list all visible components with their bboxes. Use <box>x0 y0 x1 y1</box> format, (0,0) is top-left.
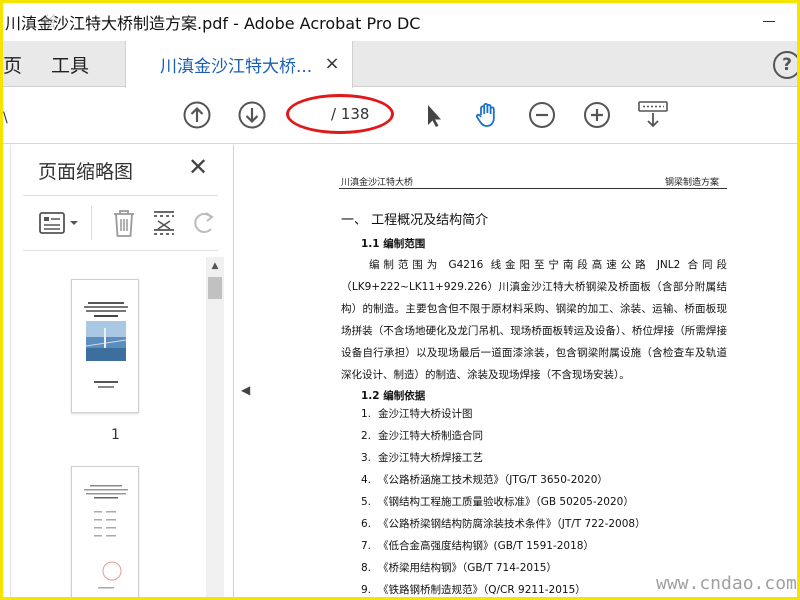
doc-reference-text: 《桥梁用结构钢》（GB/T 714-2015） <box>378 562 557 574</box>
pointer-icon[interactable] <box>418 100 448 130</box>
title-watermark: 绘 <box>41 13 57 31</box>
doc-reference-text: 《公路桥梁钢结构防腐涂装技术条件》（JT/T 722-2008） <box>378 518 646 530</box>
doc-reference-list: 1. 金沙江特大桥设计图 2. 金沙江特大桥制造合同 3. 金沙江特大桥焊接工艺 4. 《公路… <box>361 403 646 597</box>
collapse-panel-icon[interactable]: ◀ <box>241 383 250 397</box>
doc-reference-item: 4. 《公路桥涵施工技术规范》（JTG/T 3650-2020） <box>361 469 646 491</box>
doc-reference-item: 8. 《桥梁用结构钢》（GB/T 714-2015） <box>361 557 646 579</box>
panel-gutter <box>235 145 255 597</box>
rotate-icon[interactable] <box>191 208 217 238</box>
page-thumbnail-1[interactable] <box>71 279 139 413</box>
tab-tools[interactable]: 工具 <box>51 41 89 87</box>
keyboard-scroll-icon[interactable] <box>637 100 669 130</box>
doc-reference-text: 《钢结构工程施工质量验收标准》（GB 50205-2020） <box>378 496 634 508</box>
doc-reference-number: 1. <box>361 408 372 420</box>
minimize-button[interactable] <box>751 7 787 35</box>
arrow-up-circle-icon[interactable] <box>182 100 212 130</box>
annotation-ellipse <box>286 94 394 134</box>
extract-icon[interactable] <box>151 208 177 238</box>
thumbnail-options-icon[interactable] <box>39 212 81 234</box>
doc-heading-1: 一、 工程概况及结构简介 <box>341 213 489 228</box>
hand-icon[interactable] <box>472 100 502 130</box>
scrollbar-thumb[interactable] <box>208 277 222 299</box>
arrow-down-circle-icon[interactable] <box>237 100 267 130</box>
tab-bar: 页 工具 川滇金沙江特大桥... × <box>3 41 797 88</box>
page-thumbnail-2[interactable] <box>71 466 139 597</box>
doc-reference-number: 3. <box>361 452 372 464</box>
doc-section-2-title: 1.2 编制依据 <box>361 390 426 402</box>
tab-document-label: 川滇金沙江特大桥... <box>160 57 313 77</box>
doc-header-left: 川滇金沙江特大桥 <box>341 178 414 188</box>
tab-close-icon[interactable]: × <box>322 53 342 74</box>
doc-section-1-body: 编制范围为 G4216 线金阳至宁南段高速公路 JNL2 合同段（LK9+222… <box>341 259 727 381</box>
panel-close-icon[interactable]: ✕ <box>188 153 208 181</box>
app-window: 川滇金沙江特大桥制造方案.pdf - Adobe Acrobat Pro DC … <box>0 0 800 600</box>
thumbnail-list: 1 <box>23 257 203 597</box>
doc-reference-item: 5. 《钢结构工程施工质量验收标准》（GB 50205-2020） <box>361 491 646 513</box>
window-title: 川滇金沙江特大桥制造方案.pdf - Adobe Acrobat Pro DC <box>5 14 421 33</box>
toolbar-left-mark: \ <box>3 110 8 126</box>
doc-reference-item: 7. 《低合金高强度结构钢》(GB/T 1591-2018） <box>361 535 646 557</box>
doc-section-1-text: 编制范围为 G4216 线金阳至宁南段高速公路 JNL2 合同段（LK9+222… <box>341 254 727 386</box>
doc-reference-item: 1. 金沙江特大桥设计图 <box>361 403 646 425</box>
tab-home[interactable]: 页 <box>3 41 23 87</box>
doc-header-rule <box>339 188 727 189</box>
doc-header-right: 钢梁制造方案 <box>665 178 720 188</box>
doc-reference-number: 5. <box>361 496 372 508</box>
tab-document[interactable]: 川滇金沙江特大桥... × <box>125 41 353 88</box>
page-thumbnail-1-image <box>84 302 128 388</box>
doc-section-1-title: 1.1 编制范围 <box>361 238 426 250</box>
doc-reference-item: 9. 《铁路钢桥制造规范》（Q/CR 9211-2015） <box>361 579 646 597</box>
thumbnail-page-1-label: 1 <box>111 427 120 443</box>
help-button[interactable]: ? <box>773 51 797 79</box>
doc-reference-text: 《铁路钢桥制造规范》（Q/CR 9211-2015） <box>378 584 586 596</box>
doc-reference-number: 6. <box>361 518 372 530</box>
doc-reference-number: 2. <box>361 430 372 442</box>
panel-title: 页面缩略图 <box>38 161 134 183</box>
document-page: 川滇金沙江特大桥 钢梁制造方案 一、 工程概况及结构简介 1.1 编制范围 编制… <box>255 145 797 597</box>
panel-toolbar <box>23 195 218 251</box>
doc-reference-number: 4. <box>361 474 372 486</box>
doc-reference-item: 3. 金沙江特大桥焊接工艺 <box>361 447 646 469</box>
scroll-up-icon[interactable]: ▲ <box>206 257 224 275</box>
delete-icon[interactable] <box>111 208 137 238</box>
doc-reference-item: 6. 《公路桥梁钢结构防腐涂装技术条件》（JT/T 722-2008） <box>361 513 646 535</box>
doc-reference-text: 《低合金高强度结构钢》(GB/T 1591-2018） <box>378 540 594 552</box>
thumbnail-scrollbar[interactable]: ▲ <box>206 257 224 597</box>
zoom-in-icon[interactable] <box>582 100 612 130</box>
doc-reference-item: 2. 金沙江特大桥制造合同 <box>361 425 646 447</box>
doc-reference-text: 金沙江特大桥设计图 <box>378 408 473 420</box>
panel-toolbar-separator <box>91 206 92 240</box>
doc-reference-number: 8. <box>361 562 372 574</box>
title-bar: 川滇金沙江特大桥制造方案.pdf - Adobe Acrobat Pro DC … <box>3 3 797 41</box>
site-watermark: www.cndao.com <box>656 573 797 594</box>
zoom-out-icon[interactable] <box>527 100 557 130</box>
panel-edge <box>3 145 11 597</box>
doc-reference-text: 金沙江特大桥焊接工艺 <box>378 452 483 464</box>
minimize-icon <box>763 20 775 22</box>
doc-reference-text: 金沙江特大桥制造合同 <box>378 430 483 442</box>
doc-reference-number: 7. <box>361 540 372 552</box>
page-thumbnail-2-image <box>84 485 128 589</box>
doc-reference-text: 《公路桥涵施工技术规范》（JTG/T 3650-2020） <box>378 474 608 486</box>
thumbnails-panel: 页面缩略图 ✕ 1 ▲ <box>3 145 234 597</box>
toolbar: \ / 138 <box>3 88 797 144</box>
doc-reference-number: 9. <box>361 584 372 596</box>
